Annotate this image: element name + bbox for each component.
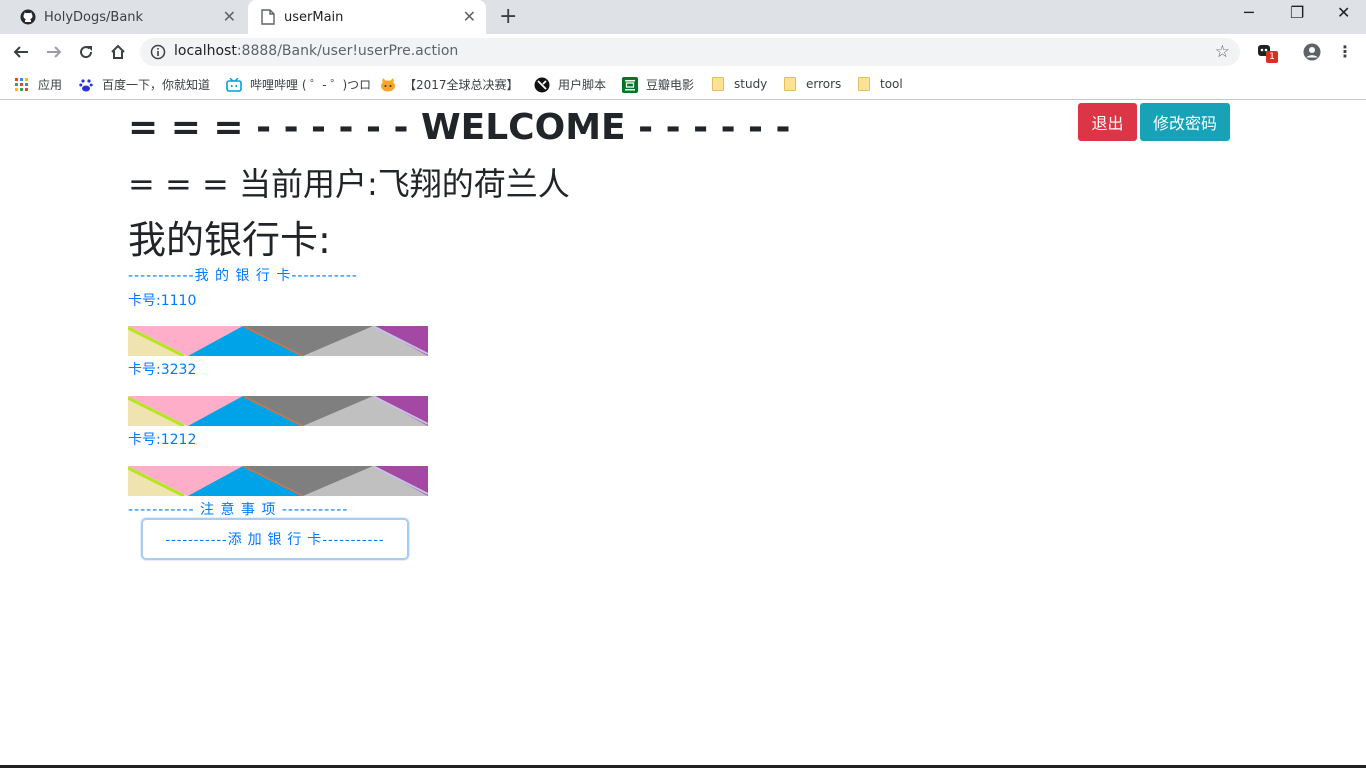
bookmark-label: 百度一下，你就知道 — [102, 78, 211, 92]
card-number-link[interactable]: 卡号:3232 — [128, 359, 196, 379]
back-icon[interactable] — [11, 42, 31, 62]
forward-icon[interactable] — [44, 42, 64, 62]
bookmark-baidu[interactable]: 百度一下，你就知道 — [78, 76, 210, 93]
bookmark-label: 豆瓣电影 — [646, 78, 695, 92]
tab-strip: HolyDogs/Bank ✕ userMain ✕ + ─ ❐ ✕ — [0, 0, 1366, 34]
extension-icon[interactable]: 1 — [1257, 43, 1278, 63]
folder-icon — [782, 76, 798, 92]
bookmark-apps[interactable]: 应用 — [14, 76, 62, 93]
bookmark-label: 应用 — [38, 78, 63, 92]
bookmark-label: 【2017全球总决赛】 — [404, 78, 519, 92]
bookmarks-bar: 应用 百度一下，你就知道 哔哩哔哩 ( ゜- ゜)つロ 【2017全球总决赛】 … — [0, 70, 1366, 100]
bookmark-folder-study[interactable]: study — [710, 76, 767, 92]
bookmark-label: errors — [806, 77, 842, 91]
bookmark-bilibili[interactable]: 哔哩哔哩 ( ゜- ゜)つロ — [226, 76, 371, 93]
bookmark-star-icon[interactable]: ☆ — [1215, 42, 1230, 62]
browser-toolbar: localhost:8888/Bank/user!userPre.action … — [0, 34, 1366, 70]
minimize-icon[interactable]: ─ — [1244, 3, 1254, 22]
change-password-button[interactable]: 修改密码 — [1140, 103, 1230, 141]
address-bar[interactable]: localhost:8888/Bank/user!userPre.action … — [140, 38, 1240, 66]
bookmark-label: 用户脚本 — [558, 78, 607, 92]
page-icon — [260, 9, 276, 25]
welcome-heading: = = = - - - - - - WELCOME - - - - - - — [128, 107, 791, 148]
current-user-heading: = = = 当前用户:飞翔的荷兰人 — [128, 165, 570, 203]
github-icon — [20, 9, 36, 25]
bookmark-label: 哔哩哔哩 ( ゜- ゜)つロ — [250, 78, 372, 92]
cat-icon — [380, 77, 396, 93]
my-cards-heading: 我的银行卡: — [128, 218, 331, 262]
card-number-link[interactable]: 卡号:1110 — [128, 290, 196, 310]
bookmark-douban[interactable]: 豆瓣电影 — [622, 76, 694, 93]
card-image[interactable] — [128, 396, 428, 426]
bookmark-userscripts[interactable]: 用户脚本 — [534, 76, 606, 93]
notice-section-link[interactable]: ----------- 注 意 事 项 ----------- — [128, 499, 348, 519]
url-text: localhost:8888/Bank/user!userPre.action — [174, 43, 459, 59]
home-icon[interactable] — [108, 42, 128, 62]
add-card-button[interactable]: -----------添 加 银 行 卡----------- — [141, 518, 409, 560]
restore-icon[interactable]: ❐ — [1290, 3, 1304, 22]
profile-icon[interactable] — [1303, 43, 1321, 65]
card-image[interactable] — [128, 466, 428, 496]
card-image[interactable] — [128, 326, 428, 356]
apps-icon — [14, 77, 30, 93]
reload-icon[interactable] — [76, 42, 96, 62]
new-tab-icon[interactable]: + — [499, 4, 517, 30]
bookmark-label: tool — [880, 77, 903, 91]
baidu-icon — [78, 77, 94, 93]
tab-title: HolyDogs/Bank — [44, 9, 144, 25]
bookmark-folder-errors[interactable]: errors — [782, 76, 841, 92]
window-close-icon[interactable]: ✕ — [1337, 3, 1350, 22]
logout-button[interactable]: 退出 — [1078, 103, 1137, 141]
tab-holydogs-bank[interactable]: HolyDogs/Bank ✕ — [8, 0, 246, 34]
close-tab-icon[interactable]: ✕ — [463, 8, 476, 26]
close-tab-icon[interactable]: ✕ — [223, 8, 236, 26]
card-number-link[interactable]: 卡号:1212 — [128, 429, 196, 449]
bookmark-folder-tool[interactable]: tool — [856, 76, 903, 92]
page-content: = = = - - - - - - WELCOME - - - - - - = … — [0, 102, 1366, 766]
bookmark-worlds-2017[interactable]: 【2017全球总决赛】 — [380, 76, 519, 93]
tab-usermain[interactable]: userMain ✕ — [248, 0, 486, 34]
bilibili-icon — [226, 77, 242, 93]
menu-icon[interactable]: ⋮ — [1337, 42, 1353, 61]
cards-section-title: -----------我 的 银 行 卡----------- — [128, 268, 358, 284]
bookmark-label: study — [734, 77, 768, 91]
folder-icon — [710, 76, 726, 92]
info-icon[interactable] — [150, 44, 166, 64]
folder-icon — [856, 76, 872, 92]
tab-title: userMain — [284, 9, 344, 25]
douban-icon — [622, 76, 638, 93]
extension-badge: 1 — [1266, 51, 1278, 63]
userscript-icon — [534, 77, 550, 93]
